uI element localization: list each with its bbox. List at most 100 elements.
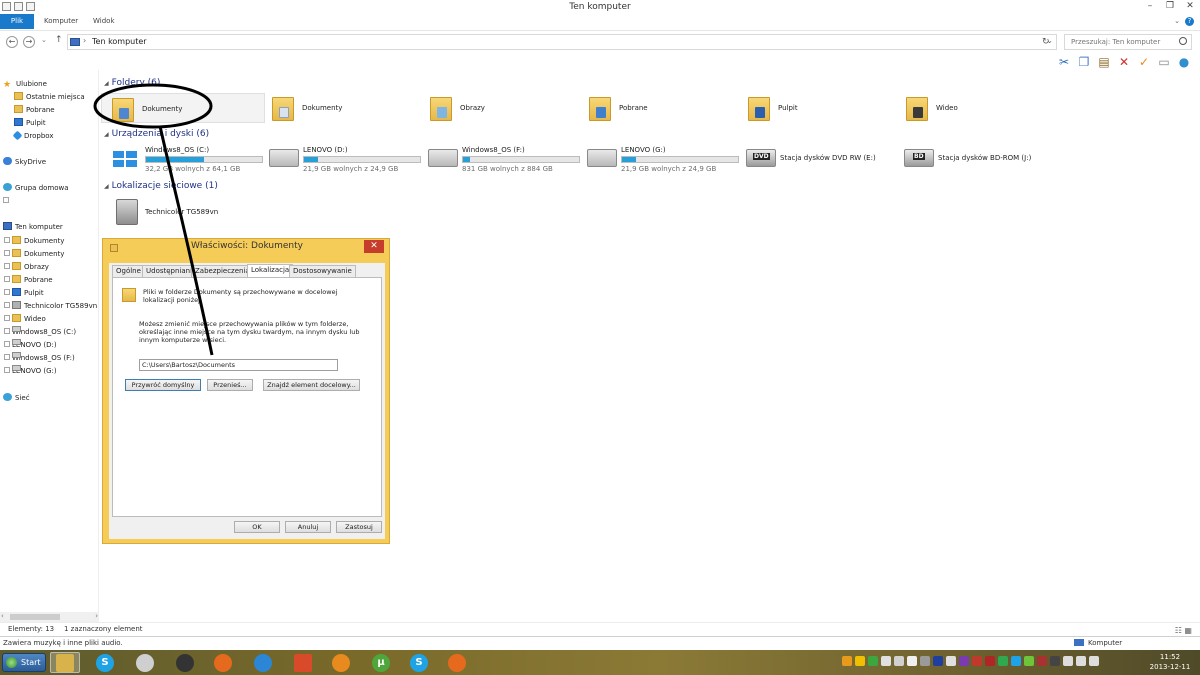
address-bar[interactable]: › Ten komputer ⌄: [67, 34, 1057, 50]
tab-file[interactable]: Plik: [0, 14, 34, 29]
find-target-button[interactable]: Znajdź element docelowy...: [263, 379, 360, 391]
minimize-button[interactable]: –: [1140, 0, 1160, 13]
folder-tile[interactable]: Dokumenty: [101, 93, 265, 123]
nav-desktop[interactable]: Pulpit: [14, 117, 46, 129]
optical-drive-tile[interactable]: DVD Stacja dysków DVD RW (E:): [746, 143, 904, 173]
tab-view[interactable]: Widok: [85, 14, 123, 29]
nav-homegroup[interactable]: Grupa domowa: [3, 182, 69, 194]
taskbar-firefox[interactable]: [208, 652, 238, 673]
nav-pc-item[interactable]: LENOVO (D:): [4, 339, 57, 351]
nav-pc-item[interactable]: Pulpit: [4, 287, 44, 299]
folder-tile[interactable]: Wideo: [896, 93, 1046, 123]
search-input[interactable]: [1065, 35, 1175, 49]
tab-computer[interactable]: Komputer: [36, 14, 86, 29]
up-button[interactable]: ↑: [55, 35, 63, 45]
nav-horizontal-scrollbar[interactable]: ‹ ›: [0, 612, 99, 622]
tray-icon[interactable]: [972, 656, 982, 666]
apply-button[interactable]: Zastosuj: [336, 521, 382, 533]
ok-button[interactable]: OK: [234, 521, 280, 533]
tray-icon[interactable]: [998, 656, 1008, 666]
tab-customize[interactable]: Dostosowywanie: [289, 265, 356, 277]
check-icon[interactable]: ✓: [1136, 54, 1152, 70]
taskbar-firefox[interactable]: [442, 652, 472, 673]
breadcrumb[interactable]: Ten komputer: [92, 37, 147, 46]
volume-icon[interactable]: [1089, 656, 1099, 666]
tray-icon[interactable]: [842, 656, 852, 666]
globe-icon[interactable]: ●: [1176, 54, 1192, 70]
folder-tile[interactable]: Pulpit: [738, 93, 888, 123]
scroll-left-icon[interactable]: ‹: [1, 612, 4, 620]
drive-tile[interactable]: LENOVO (D:) 21,9 GB wolnych z 24,9 GB: [269, 143, 427, 173]
tray-icon[interactable]: [1037, 656, 1047, 666]
folder-tile[interactable]: Dokumenty: [262, 93, 412, 123]
homegroup-expander[interactable]: [3, 195, 11, 207]
tray-icon[interactable]: [894, 656, 904, 666]
tray-icon[interactable]: [946, 656, 956, 666]
refresh-icon[interactable]: ↻: [1042, 37, 1050, 47]
nav-downloads[interactable]: Pobrane: [14, 104, 55, 116]
tray-icon[interactable]: [868, 656, 878, 666]
tray-icon[interactable]: [881, 656, 891, 666]
group-header-network[interactable]: ◢ Lokalizacje sieciowe (1): [104, 181, 218, 191]
tray-icon[interactable]: [855, 656, 865, 666]
taskbar-app[interactable]: [170, 652, 200, 673]
forward-button[interactable]: →: [23, 36, 35, 48]
tray-icon[interactable]: [907, 656, 917, 666]
group-header-devices[interactable]: ◢ Urządzenia i dyski (6): [104, 129, 209, 139]
tray-icon[interactable]: [1063, 656, 1073, 666]
close-button[interactable]: ✕: [1180, 0, 1200, 13]
nav-skydrive[interactable]: SkyDrive: [3, 156, 46, 168]
help-icon[interactable]: ?: [1185, 17, 1194, 26]
taskbar-explorer[interactable]: [50, 652, 80, 673]
nav-pc-item[interactable]: Windows8_OS (F:): [4, 352, 75, 364]
move-button[interactable]: Przenieś...: [207, 379, 253, 391]
nav-pc-item[interactable]: Wideo: [4, 313, 46, 325]
drive-tile[interactable]: Windows8_OS (C:) 32,2 GB wolnych z 64,1 …: [111, 143, 269, 173]
nav-pc-item[interactable]: Dokumenty: [4, 248, 64, 260]
tray-icon[interactable]: [920, 656, 930, 666]
tray-icon[interactable]: [1011, 656, 1021, 666]
recent-locations-icon[interactable]: ⌄: [41, 36, 47, 44]
tray-icon[interactable]: [959, 656, 969, 666]
restore-default-button[interactable]: Przywróć domyślny: [125, 379, 201, 391]
network-tray-icon[interactable]: [1076, 656, 1086, 666]
scrollbar-thumb[interactable]: [10, 614, 60, 620]
folder-tile[interactable]: Obrazy: [420, 93, 570, 123]
delete-icon[interactable]: ✕: [1116, 54, 1132, 70]
maximize-button[interactable]: ❐: [1160, 0, 1180, 13]
tray-icon[interactable]: [1050, 656, 1060, 666]
breadcrumb-separator-icon[interactable]: ›: [83, 36, 86, 45]
tab-location[interactable]: Lokalizacja: [247, 264, 294, 278]
nav-pc-item[interactable]: Pobrane: [4, 274, 53, 286]
cancel-button[interactable]: Anuluj: [285, 521, 331, 533]
tray-icon[interactable]: [1024, 656, 1034, 666]
taskbar-browser[interactable]: [248, 652, 278, 673]
nav-pc-item[interactable]: LENOVO (G:): [4, 365, 57, 377]
scroll-right-icon[interactable]: ›: [95, 612, 98, 620]
copy-icon[interactable]: ❐: [1076, 54, 1092, 70]
paste-icon[interactable]: ▤: [1096, 54, 1112, 70]
start-button[interactable]: Start: [2, 653, 46, 672]
tray-icon[interactable]: [933, 656, 943, 666]
clock[interactable]: 11:52 2013-12-11: [1144, 652, 1196, 672]
rename-icon[interactable]: ▭: [1156, 54, 1172, 70]
taskbar-app[interactable]: [326, 652, 356, 673]
taskbar-app[interactable]: [130, 652, 160, 673]
search-icon[interactable]: [1179, 37, 1187, 45]
cut-icon[interactable]: ✂: [1056, 54, 1072, 70]
location-path-field[interactable]: C:\Users\Bartosz\Documents: [139, 359, 338, 371]
tab-security[interactable]: Zabezpieczenia: [191, 265, 254, 277]
taskbar-skype[interactable]: S: [404, 652, 434, 673]
nav-pc-item[interactable]: Technicolor TG589vn: [4, 300, 97, 312]
back-button[interactable]: ←: [6, 36, 18, 48]
nav-favorites[interactable]: ★ Ulubione: [3, 78, 47, 90]
expand-ribbon-icon[interactable]: ⌄: [1174, 17, 1180, 25]
tab-general[interactable]: Ogólne: [112, 265, 145, 277]
network-location-tile[interactable]: Technicolor TG589vn: [112, 197, 262, 227]
drive-tile[interactable]: LENOVO (G:) 21,9 GB wolnych z 24,9 GB: [587, 143, 745, 173]
dialog-close-button[interactable]: ✕: [364, 240, 384, 253]
nav-this-pc[interactable]: Ten komputer: [3, 221, 63, 233]
view-toggle-icons[interactable]: ☷ ▦: [1175, 626, 1192, 635]
nav-network[interactable]: Sieć: [3, 392, 30, 404]
group-header-folders[interactable]: ◢ Foldery (6): [104, 78, 160, 88]
